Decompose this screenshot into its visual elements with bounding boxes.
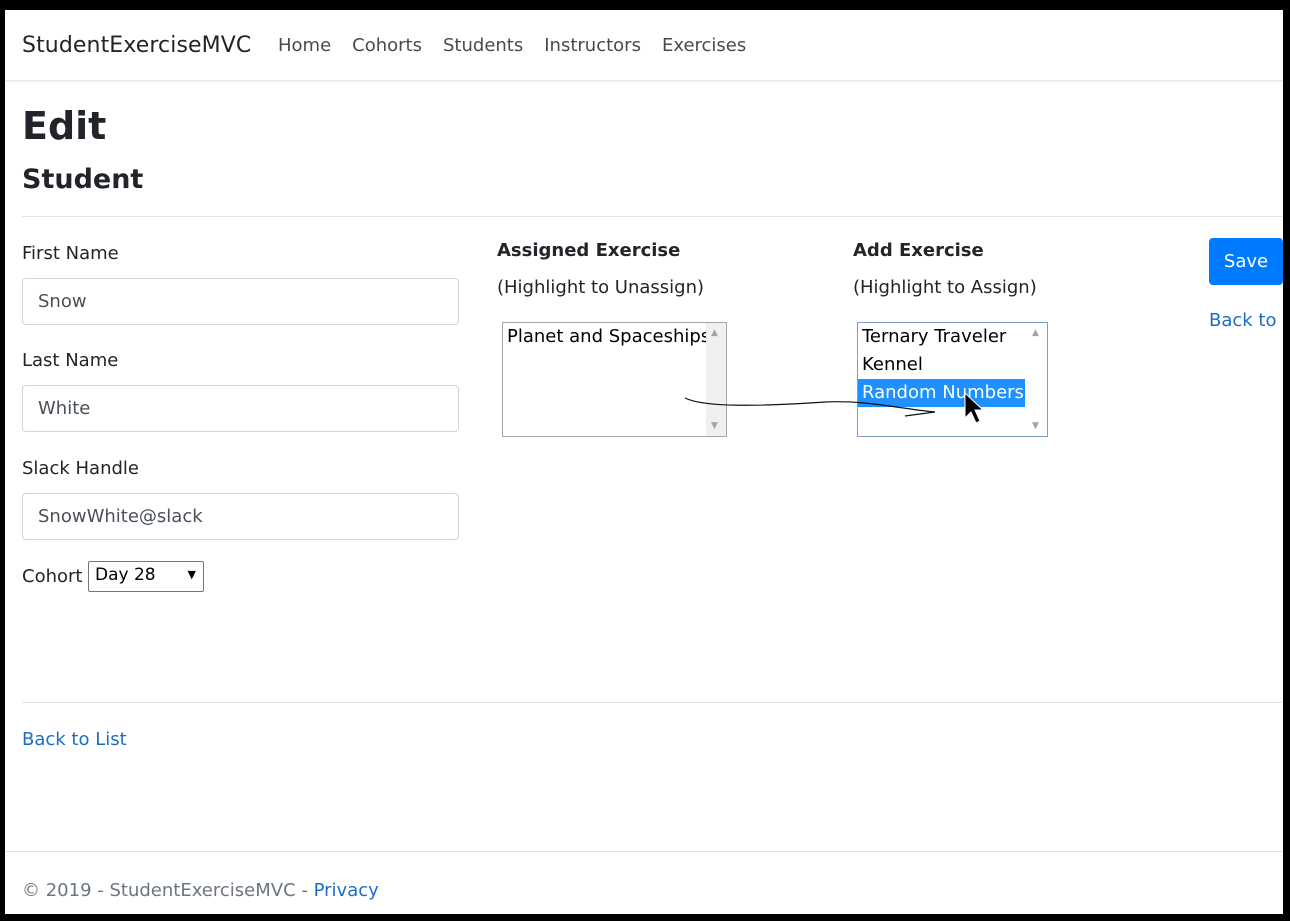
- slack-handle-input[interactable]: [22, 493, 459, 540]
- assigned-exercise-title: Assigned Exercise: [497, 240, 681, 261]
- add-option-random-numbers[interactable]: Random Numbers: [858, 379, 1025, 407]
- cohort-label: Cohort: [22, 566, 83, 587]
- add-option-ternary-traveler[interactable]: Ternary Traveler: [858, 323, 1047, 351]
- scroll-down-icon[interactable]: ▼: [1032, 421, 1039, 431]
- page-title: Edit: [22, 104, 107, 148]
- page-subtitle: Student: [22, 164, 144, 195]
- scroll-up-icon[interactable]: ▲: [711, 328, 718, 338]
- assigned-option[interactable]: Planet and Spaceships: [503, 323, 726, 351]
- first-name-label: First Name: [22, 243, 119, 264]
- divider-bottom: [22, 702, 1283, 703]
- footer-copyright: © 2019 - StudentExerciseMVC: [22, 880, 296, 901]
- assigned-exercise-hint: (Highlight to Unassign): [497, 277, 705, 298]
- nav-links: Home Cohorts Students Instructors Exerci…: [278, 35, 767, 56]
- save-button[interactable]: Save: [1209, 238, 1283, 285]
- footer-divider: [5, 851, 1283, 852]
- nav-cohorts[interactable]: Cohorts: [352, 35, 422, 56]
- scroll-up-icon[interactable]: ▲: [1032, 328, 1039, 338]
- navbar: StudentExerciseMVC Home Cohorts Students…: [5, 10, 1283, 81]
- footer: © 2019 - StudentExerciseMVC - Privacy: [22, 880, 379, 901]
- divider-top: [22, 216, 1283, 217]
- listbox-scrollbar[interactable]: ▲ ▼: [706, 323, 726, 436]
- add-exercise-title: Add Exercise: [853, 240, 984, 261]
- last-name-input[interactable]: [22, 385, 459, 432]
- annotation-overlay: [684, 391, 985, 424]
- brand-link[interactable]: StudentExerciseMVC: [22, 33, 251, 58]
- cohort-select[interactable]: Day 28 ▼: [88, 561, 204, 592]
- add-option-kennel[interactable]: Kennel: [858, 351, 1047, 379]
- footer-separator: -: [301, 880, 308, 901]
- slack-handle-label: Slack Handle: [22, 458, 139, 479]
- cohort-selected-value: Day 28: [95, 565, 156, 585]
- nav-home[interactable]: Home: [278, 35, 331, 56]
- back-to-list-link[interactable]: Back to List: [22, 729, 127, 750]
- privacy-link[interactable]: Privacy: [314, 880, 379, 901]
- add-exercise-hint: (Highlight to Assign): [853, 277, 1037, 298]
- caret-down-icon: ▼: [187, 568, 196, 581]
- back-to-list-link-top[interactable]: Back to L: [1209, 310, 1283, 331]
- add-exercise-listbox[interactable]: Ternary Traveler Kennel Random Numbers ▲…: [857, 322, 1048, 437]
- nav-instructors[interactable]: Instructors: [544, 35, 641, 56]
- last-name-label: Last Name: [22, 350, 119, 371]
- first-name-input[interactable]: [22, 278, 459, 325]
- scroll-down-icon[interactable]: ▼: [711, 421, 718, 431]
- browser-viewport: StudentExerciseMVC Home Cohorts Students…: [5, 10, 1283, 914]
- nav-exercises[interactable]: Exercises: [662, 35, 746, 56]
- assigned-exercise-listbox[interactable]: Planet and Spaceships ▲ ▼: [502, 322, 727, 437]
- nav-students[interactable]: Students: [443, 35, 523, 56]
- listbox-scrollbar[interactable]: ▲ ▼: [1027, 323, 1047, 436]
